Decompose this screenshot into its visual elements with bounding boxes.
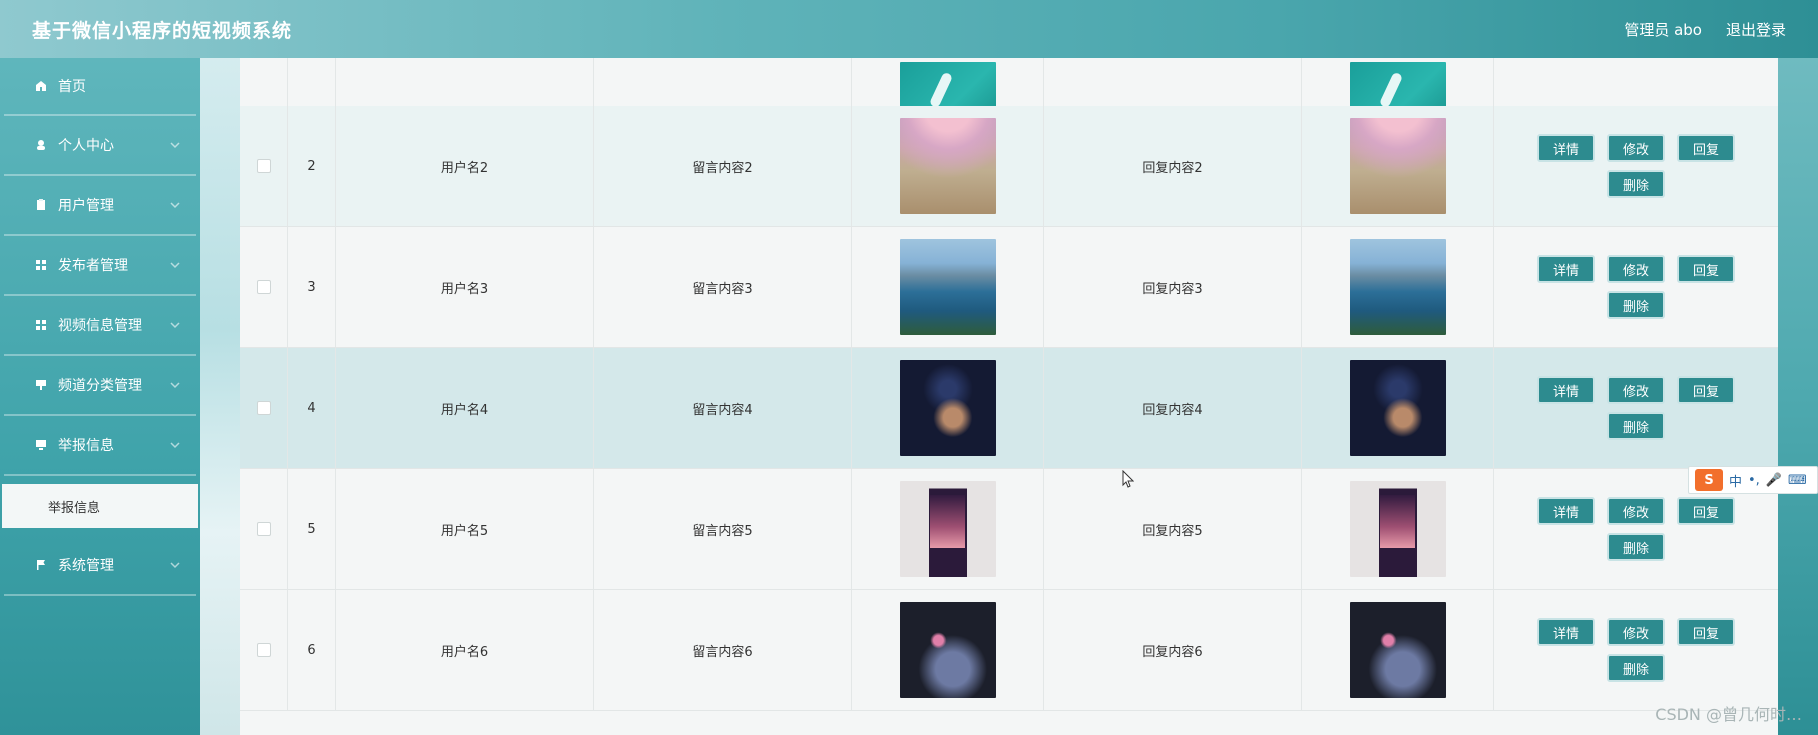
admin-user[interactable]: 管理员 abo	[1624, 19, 1702, 40]
home-icon	[34, 79, 48, 93]
row-checkbox[interactable]	[256, 280, 271, 294]
sidebar-item-label: 首页	[58, 79, 86, 95]
reply-image	[1349, 118, 1446, 214]
decorative-strip-left	[200, 58, 240, 735]
ime-lang-label: 中	[1729, 474, 1743, 490]
detail-button[interactable]: 详情	[1537, 376, 1595, 404]
table-row: 5 用户名5 留言内容5 回复内容5 详情 修改 回复 删除	[240, 469, 1778, 590]
sidebar-item-channels[interactable]: 频道分类管理	[4, 356, 196, 416]
detail-button[interactable]: 详情	[1537, 134, 1595, 162]
monitor-icon	[34, 438, 48, 452]
ime-punct-icon: •,	[1748, 472, 1760, 488]
sidebar-item-label: 举报信息	[58, 438, 114, 454]
sidebar-item-label: 发布者管理	[58, 258, 128, 274]
detail-button[interactable]: 详情	[1537, 497, 1595, 525]
top-header: 基于微信小程序的短视频系统 管理员 abo 退出登录	[0, 0, 1818, 58]
sidebar-item-label: 个人中心	[58, 138, 114, 154]
sidebar: 首页 个人中心 用户管理 发布者管理 视频信息管理 频道分类管理 举报信息 举报…	[0, 58, 200, 735]
delete-button[interactable]: 删除	[1607, 291, 1665, 319]
grid-icon	[34, 318, 48, 332]
ime-toolbar[interactable]: S 中 •, 🎤 ⌨	[1688, 466, 1818, 494]
detail-button[interactable]: 详情	[1537, 255, 1595, 283]
edit-button[interactable]: 修改	[1607, 497, 1665, 525]
reply-image	[1349, 602, 1446, 698]
mouse-cursor-icon	[1122, 470, 1134, 488]
reply-image	[1349, 239, 1446, 335]
delete-button[interactable]: 删除	[1607, 412, 1665, 440]
app-title: 基于微信小程序的短视频系统	[32, 19, 293, 42]
sogou-logo: S	[1695, 469, 1723, 491]
delete-button[interactable]: 删除	[1607, 170, 1665, 198]
reply-button[interactable]: 回复	[1677, 376, 1735, 404]
table-row: 3 用户名3 留言内容3 回复内容3 详情 修改 回复 删除	[240, 227, 1778, 348]
header-right: 管理员 abo 退出登录	[1624, 19, 1786, 40]
sidebar-item-label: 系统管理	[58, 558, 114, 574]
sign-icon	[34, 378, 48, 392]
edit-button[interactable]: 修改	[1607, 376, 1665, 404]
row-checkbox[interactable]	[256, 643, 271, 657]
user-icon	[34, 138, 48, 152]
sidebar-item-users[interactable]: 用户管理	[4, 176, 196, 236]
table-row: 2 用户名2 留言内容2 回复内容2 详情 修改 回复 删除	[240, 106, 1778, 227]
watermark: CSDN @曾几何时…	[1655, 705, 1802, 724]
row-checkbox[interactable]	[256, 522, 271, 536]
ime-keyboard-icon: ⌨	[1788, 472, 1807, 488]
decorative-strip-right	[1778, 58, 1818, 735]
message-image	[899, 360, 996, 456]
table-row: 6 用户名6 留言内容6 回复内容6 详情 修改 回复 删除	[240, 590, 1778, 711]
reply-button[interactable]: 回复	[1677, 618, 1735, 646]
sidebar-item-publishers[interactable]: 发布者管理	[4, 236, 196, 296]
message-image	[899, 239, 996, 335]
message-image	[899, 118, 996, 214]
message-image	[899, 602, 996, 698]
reply-button[interactable]: 回复	[1677, 134, 1735, 162]
edit-button[interactable]: 修改	[1607, 618, 1665, 646]
edit-button[interactable]: 修改	[1607, 134, 1665, 162]
sidebar-item-label: 频道分类管理	[58, 378, 142, 394]
logout-button[interactable]: 退出登录	[1726, 19, 1786, 40]
grid-icon	[34, 258, 48, 272]
reply-image	[1349, 360, 1446, 456]
reply-image	[1349, 481, 1446, 577]
flag-icon	[34, 558, 48, 572]
sidebar-item-reports[interactable]: 举报信息	[4, 416, 196, 476]
sidebar-item-videos[interactable]: 视频信息管理	[4, 296, 196, 356]
clipboard-icon	[34, 198, 48, 212]
sidebar-item-home[interactable]: 首页	[4, 58, 196, 116]
sidebar-item-label: 用户管理	[58, 198, 114, 214]
message-image	[899, 481, 996, 577]
delete-button[interactable]: 删除	[1607, 654, 1665, 682]
chevron-down-icon	[170, 142, 180, 149]
sidebar-item-profile[interactable]: 个人中心	[4, 116, 196, 176]
data-table: 删除 2 用户名2 留言内容2 回复内容2 详情 修改 回复 删除 3 用户名3…	[240, 58, 1778, 735]
detail-button[interactable]: 详情	[1537, 618, 1595, 646]
chevron-down-icon	[170, 262, 180, 269]
ime-mic-icon: 🎤	[1765, 472, 1783, 488]
chevron-down-icon	[170, 382, 180, 389]
chevron-down-icon	[170, 442, 180, 449]
chevron-down-icon	[170, 202, 180, 209]
chevron-down-icon	[170, 322, 180, 329]
reply-button[interactable]: 回复	[1677, 255, 1735, 283]
row-checkbox[interactable]	[256, 159, 271, 173]
reply-button[interactable]: 回复	[1677, 497, 1735, 525]
table-row: 4 用户名4 留言内容4 回复内容4 详情 修改 回复 删除	[240, 348, 1778, 469]
sidebar-item-system[interactable]: 系统管理	[4, 536, 196, 596]
delete-button[interactable]: 删除	[1607, 533, 1665, 561]
row-checkbox[interactable]	[256, 401, 271, 415]
chevron-down-icon	[170, 562, 180, 569]
sidebar-subitem-report-info[interactable]: 举报信息	[2, 484, 198, 528]
edit-button[interactable]: 修改	[1607, 255, 1665, 283]
sidebar-item-label: 视频信息管理	[58, 318, 142, 334]
